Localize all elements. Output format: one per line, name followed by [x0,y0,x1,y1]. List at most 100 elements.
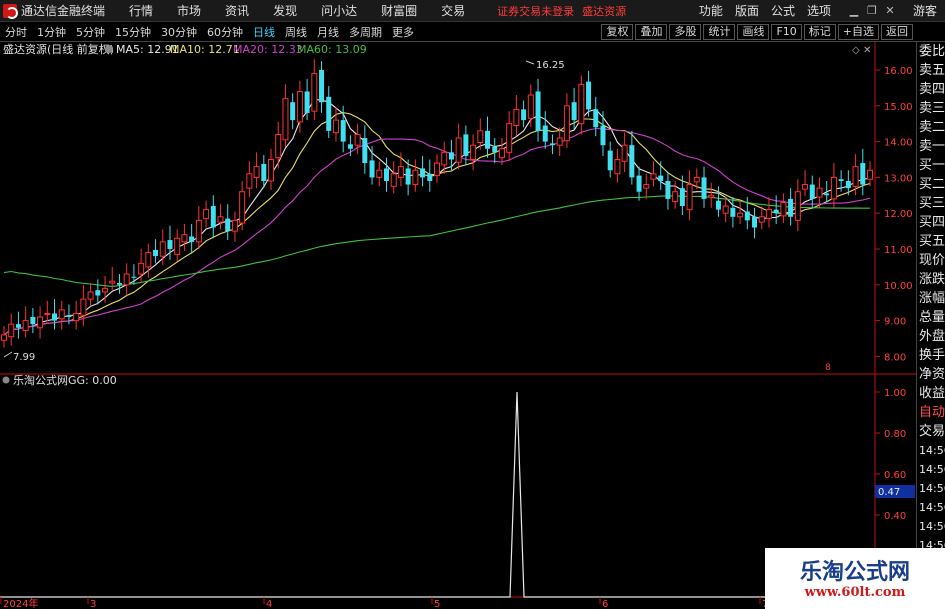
guest-account[interactable]: 游客 [913,2,937,19]
candle-body [621,144,628,162]
menu-discover[interactable]: 发现 [261,2,309,19]
back-button[interactable]: 返回 [881,23,913,40]
period-toolbar: 分时 1分钟 5分钟 15分钟 30分钟 60分钟 日线 周线 月线 多周期 更… [0,22,945,42]
time-tick-label: 3 [90,599,96,609]
candle-body [686,184,693,211]
candle-body [239,191,246,224]
menu-options[interactable]: 选项 [801,2,837,19]
candle-body [123,273,130,286]
chart-area[interactable]: 盛达资源(日线 前复权) ◇ ✕ 16.00 15.00 14.00 13.00 12.… [0,42,916,609]
candle-body [87,291,94,300]
overlay-button[interactable]: 叠加 [635,23,668,40]
menu-trade[interactable]: 交易 [429,2,477,19]
menu-news[interactable]: 资讯 [213,2,261,19]
candle-body [527,94,534,119]
price-tick-label: 10.00 [884,281,913,292]
candle-body [80,298,87,316]
candle-body [203,209,210,220]
tab-multi-period[interactable]: 多周期 [344,24,387,40]
candle-body [326,96,332,131]
tab-30min[interactable]: 30分钟 [156,24,202,40]
candle-body [131,276,137,278]
price-tick-label: 13.00 [884,173,913,184]
candle-body [838,179,844,181]
side-panel-item: 买一 [919,158,945,173]
candle-body [521,109,527,121]
watermark-banner: 乐淘公式网 www.60lt.com [765,548,945,609]
price-tick-label: 8.00 [884,352,906,363]
sub-tick-label: 0.60 [884,470,906,481]
candle-body [102,287,109,293]
login-status-link[interactable]: 证券交易未登录 [497,3,574,19]
close-pane-icon[interactable]: ✕ [863,45,871,56]
multi-stock-button[interactable]: 多股 [669,23,702,40]
side-panel-item: 自动 [919,405,945,420]
svg-text:16.25: 16.25 [536,60,565,71]
candle-body [492,146,498,153]
candle-body [15,324,21,328]
diamond-icon[interactable]: ◇ [852,45,860,56]
tab-weekly[interactable]: 周线 [280,24,312,40]
tab-more[interactable]: 更多 [387,24,419,40]
menu-functions[interactable]: 功能 [693,2,729,19]
ma-legend-ma10: MA10: 12.71 [170,43,240,56]
f10-button[interactable]: F10 [771,23,802,40]
draw-line-button[interactable]: 画线 [737,23,770,40]
menu-quotes[interactable]: 行情 [117,2,165,19]
indicator-toggle-icon[interactable] [105,45,113,53]
stock-brand-link[interactable]: 盛达资源 [582,3,626,19]
tab-15min[interactable]: 15分钟 [110,24,156,40]
tab-5min[interactable]: 5分钟 [71,24,110,40]
event-marker: 8 [825,363,831,373]
candle-body [693,176,700,183]
candle-body [8,323,15,338]
time-tick-label: 4 [266,599,272,609]
side-panel-item: 换手 [919,348,945,363]
tab-monthly[interactable]: 月线 [312,24,344,40]
candle-body [383,168,389,181]
menu-formula[interactable]: 公式 [765,2,801,19]
candle-body [189,236,195,242]
candle-body [95,290,101,296]
mark-button[interactable]: 标记 [803,23,836,40]
statistics-button[interactable]: 统计 [703,23,736,40]
adjust-price-button[interactable]: 复权 [601,23,634,40]
side-panel-item: 交易 [919,424,945,439]
menu-wealth-circle[interactable]: 财富圈 [369,2,429,19]
candle-body [578,83,585,125]
tab-daily[interactable]: 日线 [248,24,280,40]
add-watchlist-button[interactable]: +自选 [837,23,879,40]
window-controls: ▁ ❐ ✕ [845,2,899,20]
candle-body [376,169,383,178]
menu-layout[interactable]: 版面 [729,2,765,19]
candle-body [181,234,188,243]
restore-icon[interactable]: ❐ [863,2,881,20]
candle-body [167,240,173,249]
price-tick-label: 9.00 [884,317,906,328]
price-tick-label: 14.00 [884,138,913,149]
candle-body [420,168,426,178]
candle-body [253,166,260,178]
sub-chart-axis: 1.000.800.600.400.20 [875,388,906,563]
sub-indicator-toggle-icon[interactable] [2,376,10,384]
price-tick-label: 11.00 [884,245,913,256]
candle-body [600,125,606,146]
candle-body [275,133,282,159]
candle-body [498,148,505,159]
candle-body [195,219,202,243]
candle-body [319,70,325,103]
candle-body [268,159,275,182]
candle-body [830,176,837,200]
tab-1min[interactable]: 1分钟 [32,24,71,40]
close-icon[interactable]: ✕ [881,2,899,20]
side-panel-item: 卖四 [919,82,945,97]
tab-60min[interactable]: 60分钟 [202,24,248,40]
candle-body [145,252,152,268]
tab-intraday[interactable]: 分时 [0,24,32,40]
menu-market[interactable]: 市场 [165,2,213,19]
candle-body [809,184,815,199]
menu-ask-xiaoda[interactable]: 问小达 [309,2,369,19]
candle-body [52,313,58,321]
candle-body [58,309,65,320]
minimize-icon[interactable]: ▁ [845,2,863,20]
